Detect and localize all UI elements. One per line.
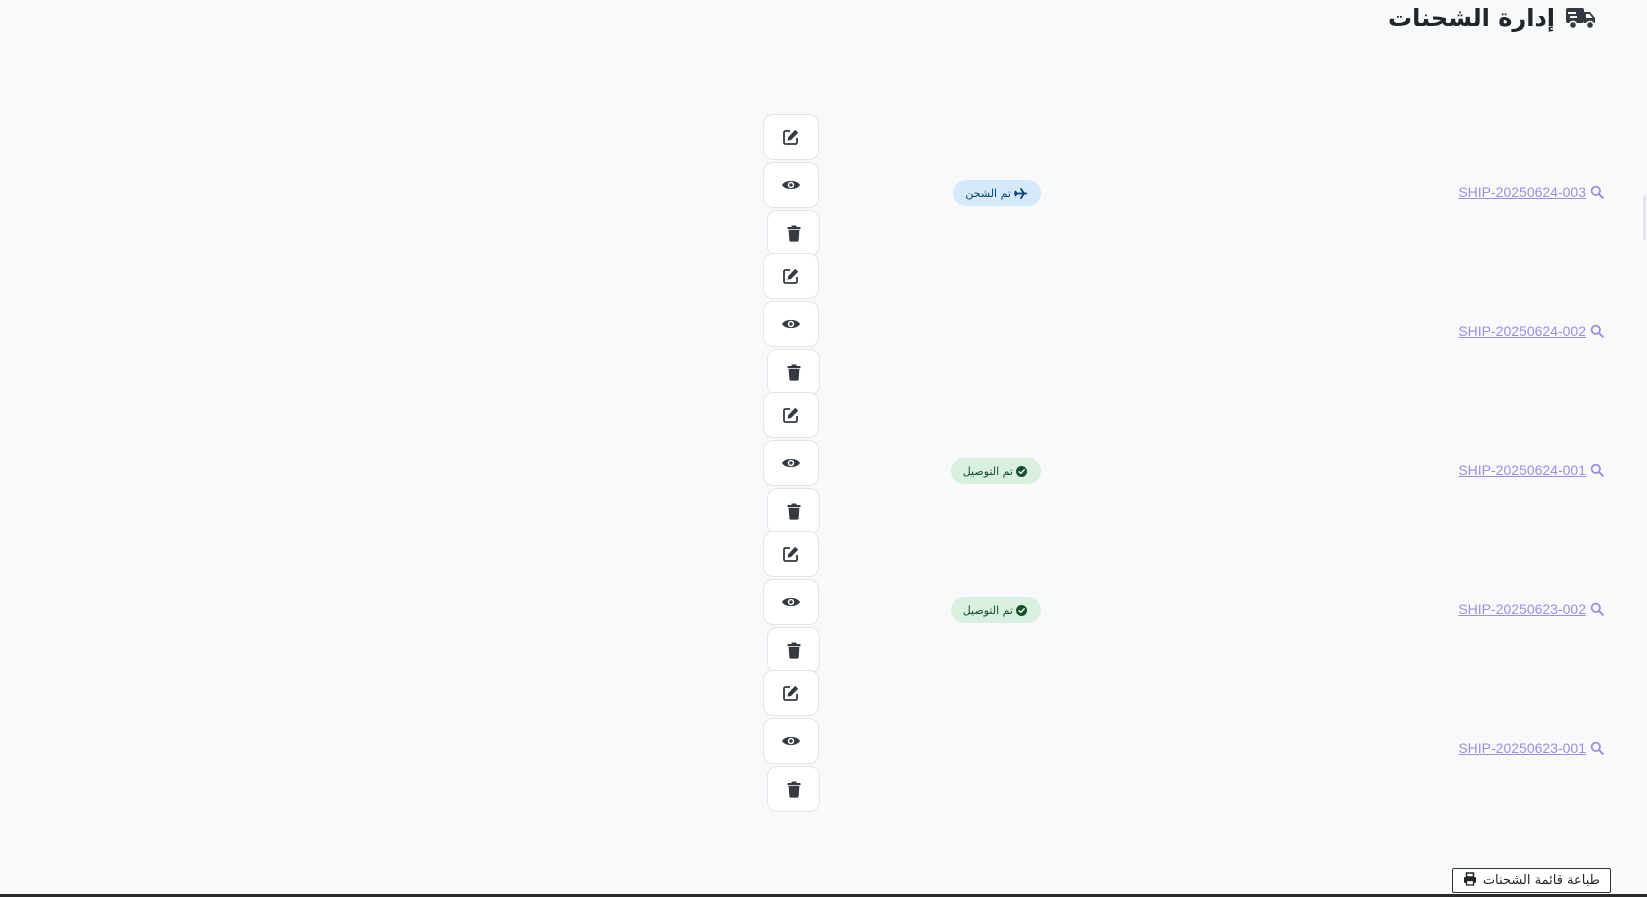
- shipment-row: SHIP-20250624-002: [0, 253, 1647, 399]
- view-button[interactable]: [763, 579, 819, 625]
- eye-icon: [781, 595, 801, 609]
- trash-icon: [787, 503, 801, 520]
- check-circle-icon: [1016, 465, 1027, 477]
- trash-icon: [787, 642, 801, 659]
- truck-icon: [1565, 5, 1597, 31]
- edit-icon: [782, 406, 800, 424]
- shipment-row: SHIP-20250623-001: [0, 670, 1647, 816]
- shipment-id: SHIP-20250623-001: [1458, 740, 1586, 756]
- trash-icon: [787, 781, 801, 798]
- edit-button[interactable]: [763, 392, 819, 438]
- edit-button[interactable]: [763, 670, 819, 716]
- printer-icon: [1463, 871, 1477, 890]
- edit-button[interactable]: [763, 531, 819, 577]
- status-badge: تم التوصيل: [950, 597, 1041, 623]
- shipment-id: SHIP-20250624-001: [1458, 462, 1586, 478]
- search-icon: [1590, 324, 1604, 338]
- delete-button[interactable]: [767, 349, 820, 395]
- view-button[interactable]: [763, 162, 819, 208]
- delete-button[interactable]: [767, 488, 820, 534]
- page-title: إدارة الشحنات: [1388, 4, 1597, 32]
- shipment-id-link[interactable]: SHIP-20250623-001: [1458, 740, 1604, 756]
- eye-icon: [781, 456, 801, 470]
- view-button[interactable]: [763, 301, 819, 347]
- status-label: تم التوصيل: [962, 603, 1013, 617]
- status-badge: تم التوصيل: [950, 458, 1041, 484]
- shipment-row: SHIP-20250624-001 تم التوصيل: [0, 392, 1647, 538]
- view-button[interactable]: [763, 718, 819, 764]
- scrollbar-thumb[interactable]: [1643, 195, 1646, 240]
- trash-icon: [787, 364, 801, 381]
- delete-button[interactable]: [767, 766, 820, 812]
- shipment-id-link[interactable]: SHIP-20250623-002: [1458, 601, 1604, 617]
- view-button[interactable]: [763, 440, 819, 486]
- search-icon: [1590, 741, 1604, 755]
- shipment-id-link[interactable]: SHIP-20250624-002: [1458, 323, 1604, 339]
- edit-icon: [782, 267, 800, 285]
- search-icon: [1590, 463, 1604, 477]
- edit-button[interactable]: [763, 253, 819, 299]
- shipment-id-link[interactable]: SHIP-20250624-003: [1458, 184, 1604, 200]
- shipment-id: SHIP-20250624-002: [1458, 323, 1586, 339]
- shipment-row: SHIP-20250624-003 تم الشحن: [0, 114, 1647, 260]
- edit-button[interactable]: [763, 114, 819, 160]
- shipment-id: SHIP-20250624-003: [1458, 184, 1586, 200]
- trash-icon: [787, 225, 801, 242]
- search-icon: [1590, 185, 1604, 199]
- eye-icon: [781, 317, 801, 331]
- shipment-id-link[interactable]: SHIP-20250624-001: [1458, 462, 1604, 478]
- delete-button[interactable]: [767, 210, 820, 256]
- edit-icon: [782, 684, 800, 702]
- eye-icon: [781, 178, 801, 192]
- page-title-text: إدارة الشحنات: [1388, 4, 1555, 32]
- search-icon: [1590, 602, 1604, 616]
- edit-icon: [782, 128, 800, 146]
- plane-icon: [1014, 187, 1027, 199]
- delete-button[interactable]: [767, 627, 820, 673]
- status-badge: تم الشحن: [953, 180, 1041, 206]
- check-circle-icon: [1016, 604, 1027, 616]
- eye-icon: [781, 734, 801, 748]
- shipment-row: SHIP-20250623-002 تم التوصيل: [0, 531, 1647, 677]
- shipment-id: SHIP-20250623-002: [1458, 601, 1586, 617]
- print-shipments-button[interactable]: طباعة قائمة الشحنات: [1451, 868, 1611, 893]
- status-label: تم الشحن: [965, 186, 1011, 200]
- status-label: تم التوصيل: [962, 464, 1013, 478]
- print-shipments-label: طباعة قائمة الشحنات: [1482, 873, 1600, 888]
- edit-icon: [782, 545, 800, 563]
